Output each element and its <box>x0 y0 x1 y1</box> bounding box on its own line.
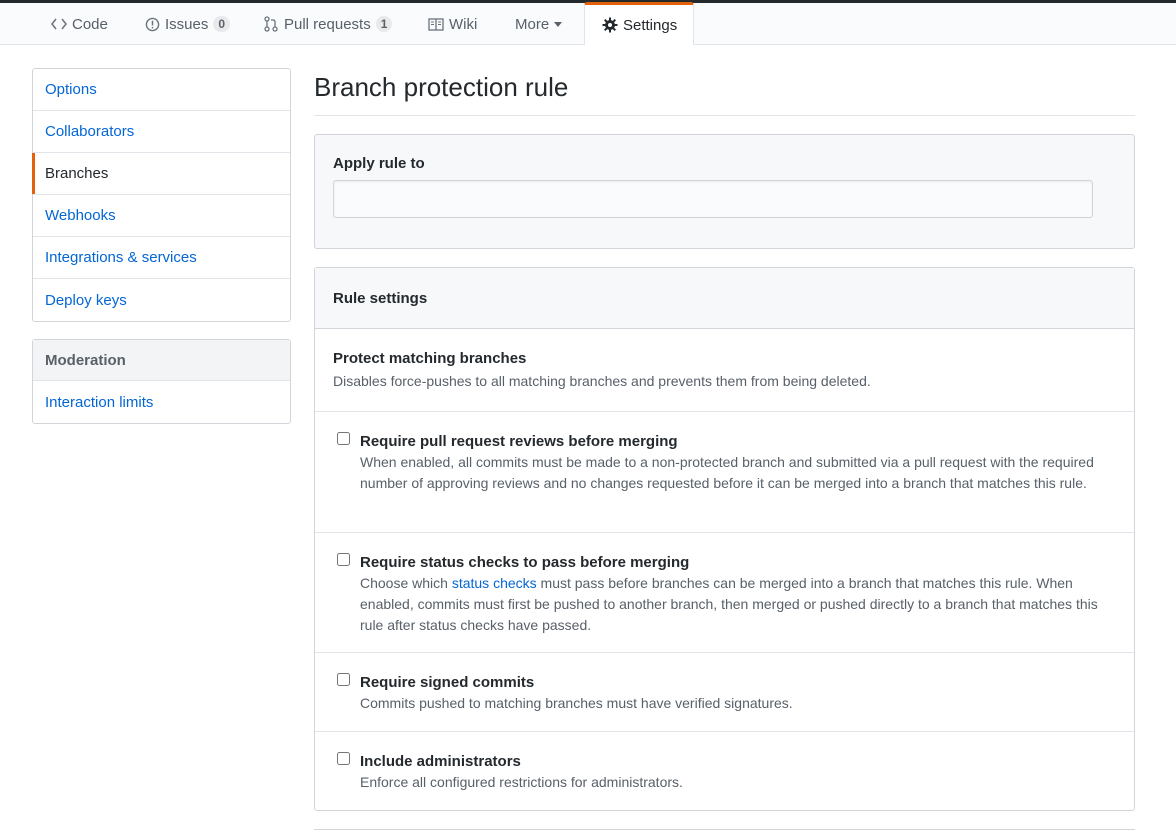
sidebar-item-label: Integrations & services <box>45 249 197 266</box>
rule-settings-box: Rule settings Protect matching branches … <box>314 267 1135 811</box>
gear-icon <box>601 17 619 33</box>
apply-rule-box: Apply rule to <box>314 134 1135 249</box>
tab-settings[interactable]: Settings <box>584 2 695 45</box>
status-checks-link[interactable]: status checks <box>452 575 537 591</box>
caret-down-icon <box>554 21 563 27</box>
option-title: Require status checks to pass before mer… <box>360 554 690 571</box>
moderation-heading: Moderation <box>33 340 290 381</box>
option-desc: Enforce all configured restrictions for … <box>360 774 683 790</box>
sidebar-item-label: Collaborators <box>45 123 135 140</box>
tab-wiki-label: Wiki <box>449 15 478 33</box>
require-reviews-checkbox[interactable] <box>337 432 350 445</box>
tab-settings-label: Settings <box>623 16 678 34</box>
tab-pull-requests[interactable]: Pull requests 1 <box>262 3 393 45</box>
sidebar-item-branches[interactable]: Branches <box>32 153 290 195</box>
sidebar-item-interaction-limits[interactable]: Interaction limits <box>33 381 290 423</box>
tab-more[interactable]: More <box>515 3 563 45</box>
sidebar-item-label: Options <box>45 81 97 98</box>
sidebar-item-label: Webhooks <box>45 207 116 224</box>
option-desc: Commits pushed to matching branches must… <box>360 695 793 711</box>
require-status-checks-checkbox[interactable] <box>337 553 350 566</box>
rule-settings-header: Rule settings <box>315 268 1134 329</box>
moderation-menu: Moderation Interaction limits <box>32 339 291 424</box>
option-desc-text: Choose which <box>360 575 452 591</box>
option-title: Include administrators <box>360 753 521 770</box>
tab-issues[interactable]: Issues 0 <box>143 3 231 45</box>
settings-sidebar-menu: Options Collaborators Branches Webhooks … <box>32 68 291 322</box>
sidebar-item-deploy-keys[interactable]: Deploy keys <box>33 279 290 321</box>
branch-pattern-input[interactable] <box>333 180 1093 218</box>
issue-opened-icon <box>143 16 161 32</box>
main-content: Branch protection rule Apply rule to Rul… <box>314 48 1135 811</box>
option-title: Require pull request reviews before merg… <box>360 433 678 450</box>
option-desc: Choose which status checks must pass bef… <box>360 573 1116 636</box>
section-divider <box>314 829 1135 830</box>
tab-issues-label: Issues <box>165 15 209 33</box>
git-pull-request-icon <box>262 16 280 32</box>
option-require-signed-commits: Require signed commits Commits pushed to… <box>315 653 1134 732</box>
apply-rule-label: Apply rule to <box>333 155 425 172</box>
code-icon <box>50 16 68 32</box>
sidebar-item-label: Deploy keys <box>45 291 127 309</box>
sidebar-item-options[interactable]: Options <box>33 69 290 111</box>
option-require-reviews: Require pull request reviews before merg… <box>315 412 1134 533</box>
protect-branches-desc: Disables force-pushes to all matching br… <box>333 373 871 389</box>
book-icon <box>427 16 445 32</box>
repo-tab-bar: Code Issues 0 Pull requests 1 Wiki More … <box>0 2 1176 45</box>
page-title: Branch protection rule <box>314 48 1135 116</box>
protect-branches-title: Protect matching branches <box>333 350 527 367</box>
option-require-status-checks: Require status checks to pass before mer… <box>315 533 1134 653</box>
include-administrators-checkbox[interactable] <box>337 752 350 765</box>
tab-code[interactable]: Code <box>50 3 108 45</box>
issues-counter: 0 <box>213 16 231 32</box>
protect-branches-section: Protect matching branches Disables force… <box>315 329 1134 412</box>
tab-more-label: More <box>515 15 550 33</box>
sidebar-item-label: Interaction limits <box>45 393 154 411</box>
sidebar-item-label: Branches <box>45 165 109 182</box>
option-title: Require signed commits <box>360 674 535 691</box>
sidebar-item-integrations[interactable]: Integrations & services <box>33 237 290 279</box>
require-signed-commits-checkbox[interactable] <box>337 673 350 686</box>
pulls-counter: 1 <box>375 16 393 32</box>
tab-code-label: Code <box>72 15 108 33</box>
option-include-administrators: Include administrators Enforce all confi… <box>315 732 1134 810</box>
option-desc: When enabled, all commits must be made t… <box>360 454 1094 491</box>
sidebar-item-webhooks[interactable]: Webhooks <box>33 195 290 237</box>
tab-wiki[interactable]: Wiki <box>427 3 477 45</box>
tab-pull-requests-label: Pull requests <box>284 15 371 33</box>
sidebar-item-collaborators[interactable]: Collaborators <box>33 111 290 153</box>
